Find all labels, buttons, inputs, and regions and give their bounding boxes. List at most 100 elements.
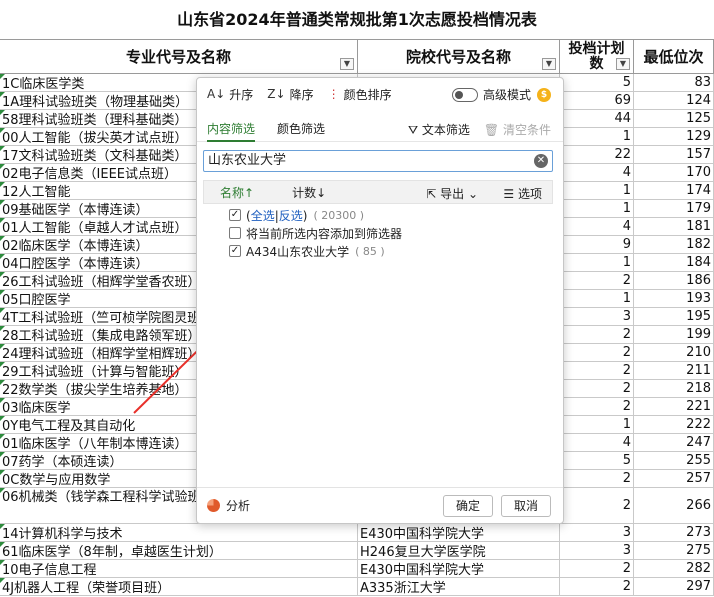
rank-cell[interactable]: 129 <box>634 128 714 145</box>
rank-cell[interactable]: 282 <box>634 560 714 577</box>
search-input[interactable]: 山东农业大学 ✕ <box>203 150 553 172</box>
filter-dropdown-icon[interactable]: ▼ <box>616 58 630 70</box>
checkbox-checked[interactable]: ✓ <box>229 209 241 221</box>
sort-asc-button[interactable]: A↓ 升序 <box>207 86 253 103</box>
advanced-mode-toggle[interactable] <box>451 87 478 102</box>
rank-cell[interactable]: 182 <box>634 236 714 253</box>
table-row[interactable]: 10电子信息工程 E430中国科学院大学 2 282 <box>0 560 714 578</box>
rank-cell[interactable]: 210 <box>634 344 714 361</box>
rank-cell[interactable]: 221 <box>634 398 714 415</box>
table-row[interactable]: 4J机器人工程（荣誉项目班） A335浙江大学 2 297 <box>0 578 714 596</box>
text-filter-button[interactable]: ⛛ 文本筛选 <box>408 121 470 138</box>
rank-cell[interactable]: 211 <box>634 362 714 379</box>
plan-cell[interactable]: 1 <box>560 128 634 145</box>
rank-cell[interactable]: 170 <box>634 164 714 181</box>
tab-color-filter[interactable]: 颜色筛选 <box>277 116 325 142</box>
plan-cell[interactable]: 5 <box>560 452 634 469</box>
plan-cell[interactable]: 2 <box>560 380 634 397</box>
plan-cell[interactable]: 2 <box>560 560 634 577</box>
checkbox-checked[interactable]: ✓ <box>229 245 241 257</box>
tab-content-filter[interactable]: 内容筛选 <box>207 116 256 142</box>
plan-cell[interactable]: 22 <box>560 146 634 163</box>
table-row[interactable]: 14计算机科学与技术 E430中国科学院大学 3 273 <box>0 524 714 542</box>
plan-cell[interactable]: 3 <box>560 542 634 559</box>
plan-cell[interactable]: 4 <box>560 218 634 235</box>
plan-cell[interactable]: 2 <box>560 578 634 595</box>
plan-cell[interactable]: 1 <box>560 254 634 271</box>
rank-cell[interactable]: 186 <box>634 272 714 289</box>
plan-cell[interactable]: 1 <box>560 416 634 433</box>
rank-cell[interactable]: 266 <box>634 488 714 523</box>
major-cell[interactable]: 61临床医学（8年制，卓越医生计划） <box>0 542 358 559</box>
list-item-result[interactable]: ✓ A434山东农业大学 ( 85 ) <box>203 242 553 260</box>
plan-cell[interactable]: 2 <box>560 398 634 415</box>
color-sort-button[interactable]: ⋮ 颜色排序 <box>328 86 392 103</box>
rank-cell[interactable]: 181 <box>634 218 714 235</box>
options-button[interactable]: ☰ 选项 <box>503 185 542 202</box>
school-cell[interactable]: A335浙江大学 <box>358 578 560 595</box>
rank-cell[interactable]: 247 <box>634 434 714 451</box>
export-button[interactable]: ⇱ 导出 ⌄ <box>426 185 478 202</box>
major-cell[interactable]: 10电子信息工程 <box>0 560 358 577</box>
filter-dropdown-icon[interactable]: ▼ <box>542 58 556 70</box>
plan-cell[interactable]: 2 <box>560 344 634 361</box>
plan-cell[interactable]: 69 <box>560 92 634 109</box>
checkbox-unchecked[interactable] <box>229 227 241 239</box>
rank-cell[interactable]: 124 <box>634 92 714 109</box>
rank-cell[interactable]: 275 <box>634 542 714 559</box>
rank-cell[interactable]: 218 <box>634 380 714 397</box>
advanced-mode[interactable]: 高级模式 $ <box>451 86 551 103</box>
plan-cell[interactable]: 3 <box>560 308 634 325</box>
school-cell[interactable]: E430中国科学院大学 <box>358 560 560 577</box>
plan-cell[interactable]: 2 <box>560 362 634 379</box>
plan-cell[interactable]: 2 <box>560 326 634 343</box>
table-row[interactable]: 61临床医学（8年制，卓越医生计划） H246复旦大学医学院 3 275 <box>0 542 714 560</box>
rank-cell[interactable]: 184 <box>634 254 714 271</box>
plan-cell[interactable]: 44 <box>560 110 634 127</box>
header-rank[interactable]: 最低位次 <box>634 40 714 74</box>
rank-cell[interactable]: 193 <box>634 290 714 307</box>
rank-cell[interactable]: 297 <box>634 578 714 595</box>
rank-cell[interactable]: 257 <box>634 470 714 487</box>
rank-cell[interactable]: 273 <box>634 524 714 541</box>
list-item-add-current[interactable]: 将当前所选内容添加到筛选器 <box>203 224 553 242</box>
plan-cell[interactable]: 3 <box>560 524 634 541</box>
major-cell[interactable]: 14计算机科学与技术 <box>0 524 358 541</box>
rank-cell[interactable]: 255 <box>634 452 714 469</box>
plan-cell[interactable]: 1 <box>560 290 634 307</box>
clear-conditions-button[interactable]: 🗑 清空条件 <box>484 121 551 138</box>
rank-cell[interactable]: 157 <box>634 146 714 163</box>
list-item-select-all[interactable]: ✓ (全选|反选) ( 20300 ) <box>203 206 553 224</box>
plan-cell[interactable]: 4 <box>560 164 634 181</box>
rank-cell[interactable]: 179 <box>634 200 714 217</box>
school-cell[interactable]: E430中国科学院大学 <box>358 524 560 541</box>
school-cell[interactable]: H246复旦大学医学院 <box>358 542 560 559</box>
rank-cell[interactable]: 174 <box>634 182 714 199</box>
plan-cell[interactable]: 4 <box>560 434 634 451</box>
plan-cell[interactable]: 1 <box>560 182 634 199</box>
plan-cell[interactable]: 1 <box>560 200 634 217</box>
analyze-button[interactable]: 分析 <box>207 497 250 514</box>
rank-cell[interactable]: 125 <box>634 110 714 127</box>
filter-dropdown-icon[interactable]: ▼ <box>340 58 354 70</box>
sort-by-name[interactable]: 名称↑ <box>220 184 254 201</box>
ok-button[interactable]: 确定 <box>443 495 493 517</box>
sort-desc-button[interactable]: Z↓ 降序 <box>267 86 313 103</box>
rank-cell[interactable]: 199 <box>634 326 714 343</box>
header-major[interactable]: 专业代号及名称 ▼ <box>0 40 358 74</box>
header-school[interactable]: 院校代号及名称 ▼ <box>358 40 560 74</box>
sort-by-count[interactable]: 计数↓ <box>292 184 326 201</box>
select-all-link[interactable]: 全选 <box>251 209 275 223</box>
plan-cell[interactable]: 2 <box>560 470 634 487</box>
plan-cell[interactable]: 2 <box>560 488 634 523</box>
major-cell[interactable]: 4J机器人工程（荣誉项目班） <box>0 578 358 595</box>
plan-cell[interactable]: 9 <box>560 236 634 253</box>
invert-link[interactable]: 反选 <box>279 209 303 223</box>
clear-search-icon[interactable]: ✕ <box>534 154 548 168</box>
plan-cell[interactable]: 5 <box>560 74 634 91</box>
plan-cell[interactable]: 2 <box>560 272 634 289</box>
rank-cell[interactable]: 83 <box>634 74 714 91</box>
cancel-button[interactable]: 取消 <box>501 495 551 517</box>
rank-cell[interactable]: 222 <box>634 416 714 433</box>
header-plan[interactable]: 投档计划 数 ▼ <box>560 40 634 74</box>
